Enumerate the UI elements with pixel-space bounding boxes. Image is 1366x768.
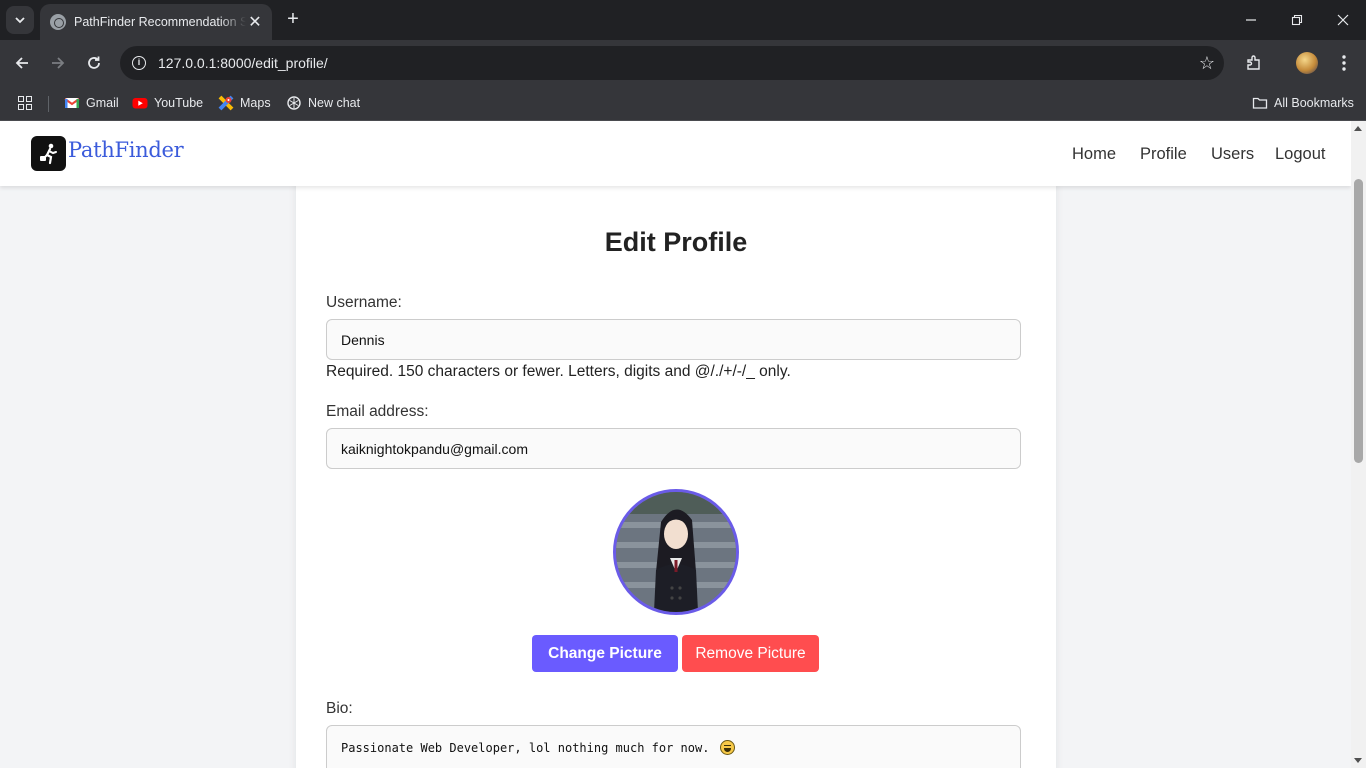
arrow-right-icon xyxy=(52,57,65,69)
site-header: PathFinder Home Profile Users Logout xyxy=(0,121,1351,186)
profile-picture xyxy=(613,489,739,615)
arrow-left-icon xyxy=(15,57,28,69)
globe-icon xyxy=(50,14,66,30)
page-title: Edit Profile xyxy=(604,227,748,257)
new-tab-button[interactable]: + xyxy=(282,8,304,32)
browser-toolbar: i 127.0.0.1:8000/edit_profile/ ☆ xyxy=(0,40,1366,86)
url-text[interactable]: 127.0.0.1:8000/edit_profile/ xyxy=(158,55,1190,71)
nav-users[interactable]: Users xyxy=(1211,145,1254,164)
email-label: Email address: xyxy=(326,403,429,420)
apps-button[interactable] xyxy=(18,92,32,114)
kebab-menu-icon xyxy=(1342,55,1346,71)
back-button[interactable] xyxy=(8,49,36,77)
minimize-button[interactable] xyxy=(1228,0,1274,40)
nav-home[interactable]: Home xyxy=(1072,145,1116,164)
bookmark-new-chat[interactable]: New chat xyxy=(286,92,360,114)
edit-profile-card: Edit Profile Username: Required. 150 cha… xyxy=(296,181,1056,768)
avatar xyxy=(1296,52,1318,74)
restore-icon xyxy=(1291,14,1303,26)
all-bookmarks-label: All Bookmarks xyxy=(1274,96,1354,110)
bookmarks-divider xyxy=(48,96,49,112)
bookmarks-bar: Gmail YouTube Maps New chat All Bookmark… xyxy=(0,86,1366,121)
profile-button[interactable] xyxy=(1293,49,1321,77)
scroll-up-arrow-icon[interactable] xyxy=(1354,126,1362,131)
page-viewport: PathFinder Home Profile Users Logout Edi… xyxy=(0,121,1351,768)
grinning-emoji-icon xyxy=(719,740,735,755)
browser-tab-bar: PathFinder Recommendation System ✕ + xyxy=(0,0,1366,40)
gmail-icon xyxy=(64,98,80,108)
bookmark-gmail[interactable]: Gmail xyxy=(64,92,119,114)
brand-name[interactable]: PathFinder xyxy=(68,138,184,162)
username-label: Username: xyxy=(326,294,402,311)
bio-text: Passionate Web Developer, lol nothing mu… xyxy=(341,741,710,755)
close-window-button[interactable] xyxy=(1320,0,1366,40)
forward-button[interactable] xyxy=(44,49,72,77)
bio-textarea[interactable]: Passionate Web Developer, lol nothing mu… xyxy=(326,725,1021,768)
minimize-icon xyxy=(1246,19,1256,21)
bookmark-label: Maps xyxy=(240,96,271,110)
bookmark-youtube[interactable]: YouTube xyxy=(132,92,203,114)
email-input[interactable] xyxy=(326,428,1021,469)
menu-button[interactable] xyxy=(1330,49,1358,77)
close-tab-icon[interactable]: ✕ xyxy=(246,12,264,32)
address-bar[interactable]: i 127.0.0.1:8000/edit_profile/ ☆ xyxy=(120,46,1224,80)
site-info-icon[interactable]: i xyxy=(122,46,156,80)
bookmark-label: Gmail xyxy=(86,96,119,110)
tab-search-button[interactable] xyxy=(6,6,34,34)
username-help-text: Required. 150 characters or fewer. Lette… xyxy=(326,363,791,380)
bookmark-star-icon[interactable]: ☆ xyxy=(1190,53,1224,74)
close-icon xyxy=(1337,14,1349,26)
youtube-icon xyxy=(132,98,148,109)
chatgpt-icon xyxy=(287,96,301,110)
remove-picture-button[interactable]: Remove Picture xyxy=(682,635,819,672)
scroll-down-arrow-icon[interactable] xyxy=(1354,758,1362,763)
bookmark-maps[interactable]: Maps xyxy=(218,92,271,114)
page-scrollbar[interactable] xyxy=(1351,121,1366,768)
scrollbar-thumb[interactable] xyxy=(1354,179,1363,463)
bio-label: Bio: xyxy=(326,700,353,717)
chevron-down-icon xyxy=(15,17,25,24)
tab-title: PathFinder Recommendation System xyxy=(74,15,246,29)
all-bookmarks-button[interactable]: All Bookmarks xyxy=(1252,92,1354,114)
restore-button[interactable] xyxy=(1274,0,1320,40)
bookmark-label: New chat xyxy=(308,96,361,110)
nav-logout[interactable]: Logout xyxy=(1275,145,1325,164)
logo-icon[interactable] xyxy=(31,136,66,171)
bookmark-label: YouTube xyxy=(154,96,204,110)
nav-profile[interactable]: Profile xyxy=(1140,145,1187,164)
folder-icon xyxy=(1252,97,1268,109)
extensions-icon[interactable] xyxy=(1240,49,1268,77)
reload-icon xyxy=(88,56,100,69)
reload-button[interactable] xyxy=(80,49,108,77)
change-picture-button[interactable]: Change Picture xyxy=(532,635,678,672)
apps-grid-icon xyxy=(18,96,32,110)
browser-tab[interactable]: PathFinder Recommendation System ✕ xyxy=(40,4,272,40)
maps-icon xyxy=(218,95,234,111)
username-input[interactable] xyxy=(326,319,1021,360)
